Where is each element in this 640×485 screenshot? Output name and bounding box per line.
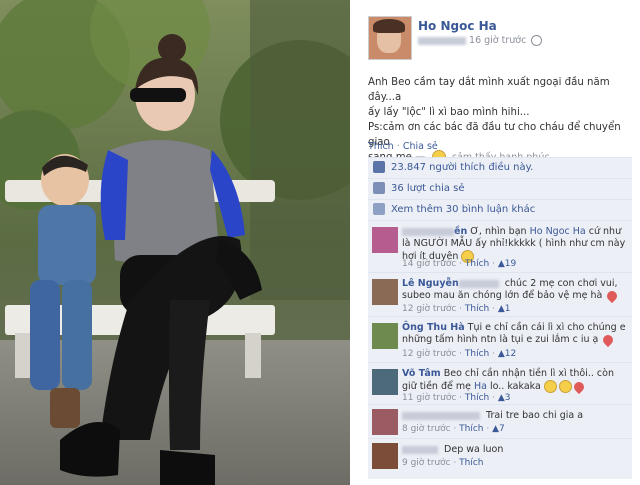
comment-body: Ơ, nhìn bạn — [470, 226, 527, 237]
author-meta: 16 giờ trước — [418, 35, 543, 46]
comment-item: Trai tre bao chi gia a 8 giờ trước · Thí… — [368, 404, 632, 439]
comment-time[interactable]: 9 giờ trước — [402, 458, 451, 468]
comment-like-link[interactable]: Thích — [465, 304, 489, 314]
thumbs-up-icon: ▲ — [497, 349, 505, 359]
heart-icon — [571, 379, 586, 394]
post-text-line-2: ấy lấy "lộc" lì xì bao mình hihi... — [368, 107, 530, 118]
like-link[interactable]: Thích — [368, 141, 394, 152]
comment-like-link[interactable]: Thích — [465, 393, 489, 403]
share-link[interactable]: Chia sẻ — [403, 141, 438, 152]
comment-text: Dep wa luon — [402, 444, 628, 456]
likes-count[interactable]: 23.847 người thích điều này. — [391, 162, 533, 173]
thumbs-up-icon: ▲ — [492, 424, 500, 434]
comment-text: Võ Tâm Beo chỉ cần nhận tiền lì xì thôi.… — [402, 368, 628, 394]
redacted-name — [402, 445, 438, 454]
more-comments-row[interactable]: Xem thêm 30 bình luận khác — [368, 199, 632, 220]
more-comments-link[interactable]: Xem thêm 30 bình luận khác — [391, 204, 535, 215]
comment-item: Dep wa luon 9 giờ trước · Thích — [368, 438, 632, 479]
redacted-name — [402, 411, 480, 420]
globe-icon — [531, 35, 543, 46]
comment-like-link[interactable]: Thích — [459, 424, 483, 434]
comment-time[interactable]: 8 giờ trước — [402, 424, 451, 434]
post-panel: Ho Ngoc Ha 16 giờ trước Anh Beo cầm tay … — [350, 0, 640, 485]
commenter-name[interactable]: Võ Tâm — [402, 368, 441, 379]
commenter-name[interactable]: Lê Nguyễn — [402, 278, 459, 289]
author-name[interactable]: Ho Ngoc Ha — [418, 19, 497, 33]
comment-meta: 12 giờ trước · Thích · ▲12 — [402, 349, 517, 359]
comment-item: Lê Nguyễn chúc 2 mẹ con chơi vui, subeo … — [368, 272, 632, 317]
shares-row[interactable]: 36 lượt chia sẻ — [368, 178, 632, 199]
comment-meta: 9 giờ trước · Thích — [402, 458, 484, 468]
comment-item: ền Ơ, nhìn bạn Ho Ngoc Ha cứ như là NGƯỜ… — [368, 220, 632, 273]
comment-likes[interactable]: 12 — [505, 349, 516, 359]
comment-text: Trai tre bao chi gia a — [402, 410, 628, 422]
comment-time[interactable]: 11 giờ trước — [402, 393, 456, 403]
comment-like-link[interactable]: Thích — [465, 259, 489, 269]
post-text-line-1: Anh Beo cầm tay dắt mình xuất ngoại đầu … — [368, 77, 610, 103]
comment-likes[interactable]: 1 — [505, 304, 511, 314]
thumbs-up-icon — [373, 161, 385, 173]
author-avatar[interactable] — [368, 16, 412, 60]
comment-meta: 8 giờ trước · Thích · ▲7 — [402, 424, 505, 434]
comment-meta: 11 giờ trước · Thích · ▲3 — [402, 393, 511, 403]
commenter-name[interactable]: Ông Thu Hà — [402, 322, 465, 333]
comment-likes[interactable]: 3 — [505, 393, 511, 403]
comment-body: Trai tre bao chi gia a — [486, 410, 584, 421]
commenter-name[interactable]: ền — [454, 226, 467, 237]
post-photo[interactable] — [0, 0, 350, 485]
post-time[interactable]: 16 giờ trước — [469, 35, 526, 46]
redacted-name — [418, 36, 466, 45]
photo-illustration — [0, 0, 350, 485]
thumbs-up-icon: ▲ — [497, 304, 505, 314]
comment-text: Ông Thu Hà Tụi e chỉ cần cái lì xì cho c… — [402, 322, 628, 347]
commenter-avatar[interactable] — [372, 323, 398, 349]
thumbs-up-icon: ▲ — [497, 393, 505, 403]
comment-item: Võ Tâm Beo chỉ cần nhận tiền lì xì thôi.… — [368, 362, 632, 405]
comment-time[interactable]: 14 giờ trước — [402, 259, 456, 269]
thumbs-up-icon: ▲ — [497, 259, 505, 269]
comment-meta: 14 giờ trước · Thích · ▲19 — [402, 259, 517, 269]
commenter-avatar[interactable] — [372, 227, 398, 253]
commenter-avatar[interactable] — [372, 409, 398, 435]
comment-likes[interactable]: 19 — [505, 259, 516, 269]
mention-link[interactable]: Ho Ngoc Ha — [530, 226, 586, 237]
post-actions: Thích · Chia sẻ — [368, 141, 438, 152]
shares-count[interactable]: 36 lượt chia sẻ — [391, 183, 465, 194]
commenter-avatar[interactable] — [372, 443, 398, 469]
share-icon — [373, 182, 385, 194]
heart-icon — [605, 288, 620, 303]
smile-icon — [558, 380, 572, 393]
redacted-name — [402, 227, 454, 236]
mention-link[interactable]: Ha — [474, 381, 487, 392]
commenter-avatar[interactable] — [372, 279, 398, 305]
redacted-name — [458, 279, 499, 288]
comment-like-link[interactable]: Thích — [459, 458, 483, 468]
actions-separator: · — [396, 141, 400, 152]
smile-icon — [543, 380, 557, 393]
comment-likes[interactable]: 7 — [499, 424, 505, 434]
comment-time[interactable]: 12 giờ trước — [402, 349, 456, 359]
likes-row[interactable]: 23.847 người thích điều này. — [368, 157, 632, 178]
commenter-avatar[interactable] — [372, 369, 398, 395]
comment-like-link[interactable]: Thích — [465, 349, 489, 359]
comment-meta: 12 giờ trước · Thích · ▲1 — [402, 304, 511, 314]
comment-text: ền Ơ, nhìn bạn Ho Ngoc Ha cứ như là NGƯỜ… — [402, 226, 628, 263]
comment-time[interactable]: 12 giờ trước — [402, 304, 456, 314]
comment-item: Ông Thu Hà Tụi e chỉ cần cái lì xì cho c… — [368, 316, 632, 363]
comment-text: Lê Nguyễn chúc 2 mẹ con chơi vui, subeo … — [402, 278, 628, 303]
comment-body: Dep wa luon — [444, 444, 504, 455]
comment-icon — [373, 203, 385, 215]
heart-icon — [601, 332, 616, 347]
comment-body-cont: lo.. kakaka — [490, 381, 541, 392]
